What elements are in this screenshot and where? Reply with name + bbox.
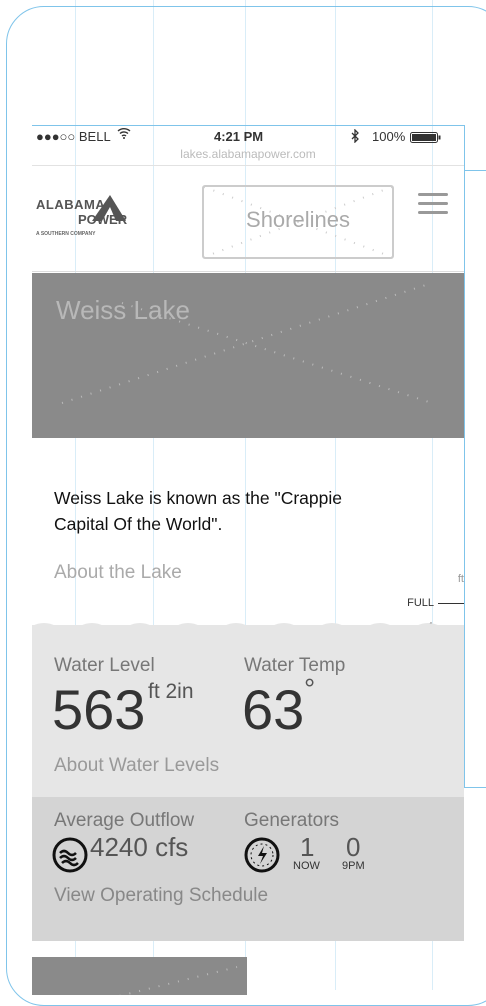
battery-icon [410, 131, 442, 146]
wifi-icon [117, 127, 131, 142]
next-card-image[interactable] [32, 957, 247, 995]
water-temp-label: Water Temp [244, 655, 346, 676]
outflow-label: Average Outflow [54, 810, 195, 831]
logo-tagline: A SOUTHERN COMPANY [36, 231, 96, 237]
operating-schedule-link[interactable]: View Operating Schedule [54, 885, 268, 907]
battery-percent: 100% [372, 129, 406, 144]
screen-right-edge [464, 125, 465, 787]
shorelines-placeholder[interactable]: Shorelines [202, 185, 394, 259]
clock: 4:21 PM [214, 129, 264, 144]
guide-tick [464, 787, 486, 788]
bluetooth-icon [350, 128, 360, 146]
scale-unit: ft [457, 573, 464, 585]
generators-later-label: 9PM [342, 860, 365, 872]
water-temp-unit: ° [304, 673, 316, 704]
image-placeholder-icon [119, 966, 238, 995]
scale-full: FULL [407, 597, 464, 609]
shorelines-label: Shorelines [246, 207, 350, 232]
water-temp-value: 63 [242, 678, 305, 741]
water-level-value: 563 [52, 678, 146, 741]
outflow-value: 4240 cfs [90, 832, 189, 862]
guide-tick [464, 170, 486, 171]
generators-later-value: 0 [346, 832, 361, 862]
water-level-unit: ft 2in [148, 680, 194, 703]
logo-line2: POWER [78, 212, 128, 227]
status-bar: ●●●○○ BELL 4:21 PM 100% [32, 125, 464, 147]
generators-label: Generators [244, 810, 340, 831]
water-level-label: Water Level [54, 655, 155, 676]
generators-now-label: NOW [293, 860, 320, 872]
carrier: ●●●○○ BELL [36, 129, 111, 144]
about-water-levels-link[interactable]: About Water Levels [54, 755, 219, 777]
about-lake-link[interactable]: About the Lake [54, 562, 182, 584]
browser-url[interactable]: lakes.alabamapower.com [32, 147, 464, 161]
hero-image: Weiss Lake [32, 273, 464, 438]
generator-gauge-icon [244, 837, 280, 873]
lake-title: Weiss Lake [56, 295, 190, 325]
generators-now-value: 1 [300, 832, 315, 862]
divider [32, 271, 464, 272]
lake-description: Weiss Lake is known as the "Crappie Capi… [54, 488, 342, 534]
water-flow-icon [52, 837, 88, 873]
divider [32, 165, 464, 166]
phone-screen: ●●●○○ BELL 4:21 PM 100% lakes.alabamapow… [32, 125, 464, 995]
hamburger-icon[interactable] [418, 193, 448, 220]
